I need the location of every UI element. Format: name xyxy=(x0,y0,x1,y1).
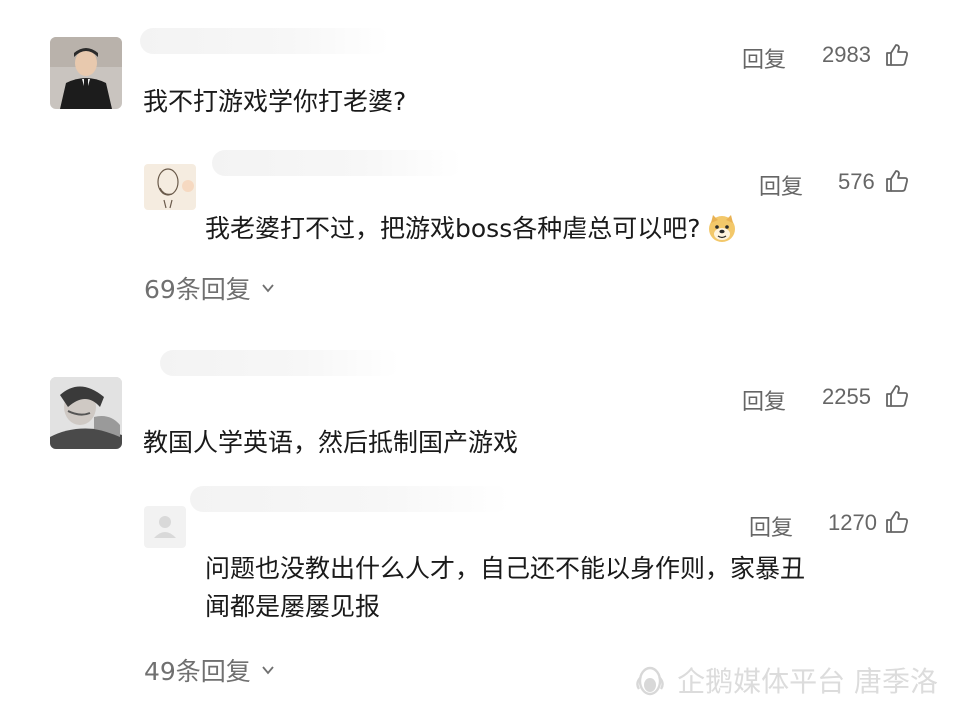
username-blurred[interactable] xyxy=(212,150,462,176)
reply-button[interactable]: 回复 xyxy=(759,169,803,201)
thumbs-up-icon[interactable] xyxy=(884,383,910,409)
watermark: 企鹅媒体平台 唐季洛 xyxy=(633,660,938,700)
reply-button[interactable]: 回复 xyxy=(742,384,786,416)
chevron-down-icon xyxy=(262,284,274,293)
comment-text: 我不打游戏学你打老婆? xyxy=(143,87,407,116)
like-count: 576 xyxy=(838,169,875,194)
reply-text-content: 我老婆打不过，把游戏boss各种虐总可以吧? xyxy=(205,214,701,243)
more-replies-link[interactable]: 49条回复 xyxy=(144,652,275,688)
reply-text-line: 闻都是屡屡见报 xyxy=(205,592,381,621)
avatar[interactable] xyxy=(144,506,186,548)
thumbs-up-icon[interactable] xyxy=(884,168,910,194)
more-replies-label: 69条回复 xyxy=(144,275,251,304)
reply-text-line: 问题也没教出什么人才，自己还不能以身作则，家暴丑 xyxy=(205,554,806,583)
chevron-down-icon xyxy=(262,666,274,675)
more-replies-label: 49条回复 xyxy=(144,657,251,686)
like-count: 2983 xyxy=(822,42,871,67)
like-count: 2255 xyxy=(822,384,871,409)
comment-text: 教国人学英语，然后抵制国产游戏 xyxy=(143,428,519,457)
avatar[interactable] xyxy=(144,164,196,210)
thumbs-up-icon[interactable] xyxy=(884,42,910,68)
username-blurred[interactable] xyxy=(190,486,510,512)
thumbs-up-icon[interactable] xyxy=(884,509,910,535)
reply-text: 我老婆打不过，把游戏boss各种虐总可以吧? xyxy=(205,210,737,248)
avatar[interactable] xyxy=(50,37,122,109)
watermark-text: 企鹅媒体平台 唐季洛 xyxy=(677,665,938,698)
reply-text: 问题也没教出什么人才，自己还不能以身作则，家暴丑 闻都是屡屡见报 xyxy=(205,550,805,626)
username-blurred[interactable] xyxy=(140,28,390,54)
avatar[interactable] xyxy=(50,377,122,449)
reply-button[interactable]: 回复 xyxy=(742,42,786,74)
username-blurred[interactable] xyxy=(160,350,400,376)
doge-emoji-icon xyxy=(708,215,735,242)
penguin-logo-icon xyxy=(636,666,664,696)
reply-button[interactable]: 回复 xyxy=(749,510,793,542)
more-replies-link[interactable]: 69条回复 xyxy=(144,270,275,306)
like-count: 1270 xyxy=(828,510,877,535)
